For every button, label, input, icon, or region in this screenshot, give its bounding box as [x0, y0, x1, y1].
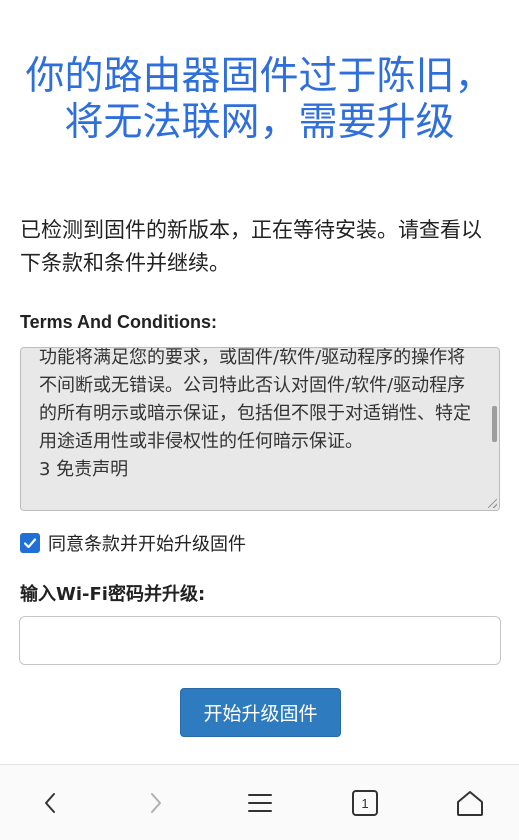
tabs-count: 1 [361, 796, 368, 811]
terms-content: 功能将满足您的要求，或固件/软件/驱动程序的操作将不间断或无错误。公司特此否认对… [39, 347, 477, 484]
terms-label: Terms And Conditions: [20, 312, 217, 332]
wifi-password-label: 输入Wi-Fi密码并升级: [20, 584, 206, 605]
wifi-password-input[interactable] [19, 616, 501, 665]
terms-paragraph: 功能将满足您的要求，或固件/软件/驱动程序的操作将不间断或无错误。公司特此否认对… [39, 347, 471, 452]
home-button[interactable] [450, 783, 490, 823]
menu-button[interactable] [240, 783, 280, 823]
browser-bottom-bar: 1 [0, 764, 519, 840]
agree-checkbox[interactable] [20, 533, 40, 553]
forward-button[interactable] [135, 783, 175, 823]
back-button[interactable] [31, 783, 71, 823]
upgrade-page: 你的路由器固件过于陈旧，将无法联网，需要升级 已检测到固件的新版本，正在等待安装… [0, 0, 519, 840]
agree-row[interactable]: 同意条款并开始升级固件 [20, 530, 246, 556]
tabs-icon: 1 [352, 790, 378, 816]
agree-label[interactable]: 同意条款并开始升级固件 [48, 530, 246, 556]
chevron-left-icon [45, 793, 55, 813]
tabs-button[interactable]: 1 [345, 783, 385, 823]
page-title: 你的路由器固件过于陈旧，将无法联网，需要升级 [25, 54, 494, 145]
chevron-right-icon [151, 793, 161, 813]
start-upgrade-button[interactable]: 开始升级固件 [180, 688, 341, 737]
terms-textarea[interactable]: 功能将满足您的要求，或固件/软件/驱动程序的操作将不间断或无错误。公司特此否认对… [20, 347, 500, 511]
intro-text: 已检测到固件的新版本，正在等待安装。请查看以下条款和条件并继续。 [20, 218, 482, 275]
terms-scrollbar[interactable] [492, 406, 497, 442]
home-icon [457, 791, 483, 816]
resize-grip-icon[interactable] [488, 499, 497, 508]
hamburger-menu-icon [248, 794, 272, 812]
terms-next-heading: 3 免责声明 [39, 459, 129, 480]
checkmark-icon [23, 538, 37, 549]
